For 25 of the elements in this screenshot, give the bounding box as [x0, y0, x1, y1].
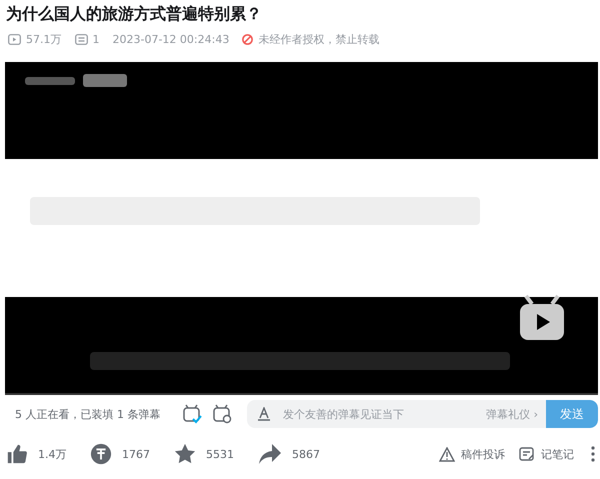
play-count-icon [8, 34, 21, 44]
coin-button[interactable]: 1767 [90, 443, 174, 465]
like-button[interactable]: 1.4万 [6, 443, 90, 465]
viewer-status: 5 人正在看，已装填 1 条弹幕 [14, 406, 162, 422]
share-button[interactable]: 5867 [258, 443, 342, 465]
more-icon[interactable] [590, 446, 596, 462]
copyright-notice: 未经作者授权，禁止转载 [258, 32, 380, 46]
star-icon [174, 443, 196, 465]
share-arrow-icon [258, 443, 282, 465]
danmaku-settings-button[interactable] [211, 403, 233, 425]
danmaku-toggle-button[interactable] [181, 403, 203, 425]
publish-date: 2023-07-12 00:24:43 [112, 32, 230, 46]
note-button[interactable]: 记笔记 [519, 446, 574, 462]
prohibited-icon [242, 34, 254, 44]
report-button[interactable]: 稿件投诉 [439, 446, 505, 462]
text-style-icon[interactable] [257, 407, 271, 421]
danmaku-count: 1 [92, 32, 100, 46]
comment-count-icon [74, 34, 88, 44]
coin-icon [90, 443, 112, 465]
warning-icon [439, 446, 455, 462]
favorite-button[interactable]: 5531 [174, 443, 258, 465]
thumbs-up-icon [6, 443, 28, 465]
video-title: 为什么国人的旅游方式普遍特别累？ [6, 3, 263, 25]
view-count: 57.1万 [26, 32, 62, 46]
note-icon [519, 446, 535, 462]
